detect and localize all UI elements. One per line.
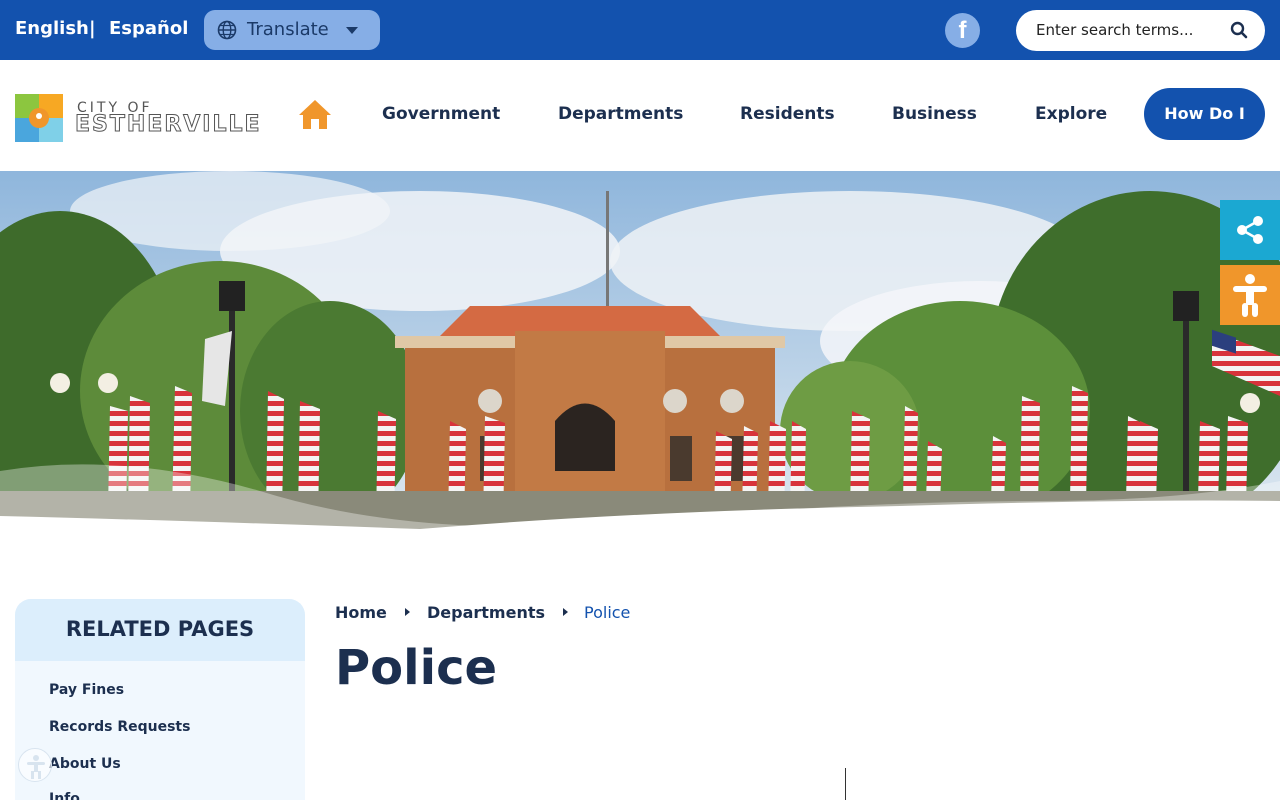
related-link-records-requests[interactable]: Records Requests (49, 719, 190, 735)
translate-dropdown[interactable]: Translate (204, 10, 380, 50)
related-pages-title: RELATED PAGES (65, 617, 255, 641)
language-separator: | (89, 18, 96, 39)
city-logo[interactable]: CITY OF ESTHERVILLE (15, 94, 265, 142)
breadcrumb-current: Police (584, 603, 631, 622)
hero-image (0, 171, 1280, 531)
related-pages-header: RELATED PAGES (15, 599, 305, 661)
how-do-i-button[interactable]: How Do I (1144, 88, 1265, 140)
nav-residents[interactable]: Residents (740, 104, 835, 124)
nav-business[interactable]: Business (892, 104, 977, 124)
breadcrumb-separator-icon (563, 608, 568, 616)
logo-mark (15, 94, 63, 142)
logo-city-name: ESTHERVILLE (75, 112, 262, 138)
search-icon[interactable] (1230, 21, 1248, 39)
breadcrumb-home[interactable]: Home (335, 603, 387, 622)
main-nav: CITY OF ESTHERVILLE Government Departmen… (0, 60, 1280, 171)
related-link-info[interactable]: Info (49, 791, 80, 800)
breadcrumb-separator-icon (405, 608, 410, 616)
search-box (1016, 10, 1265, 51)
utility-bar: English | Español Translate f (0, 0, 1280, 60)
content-divider (845, 768, 846, 800)
language-spanish-link[interactable]: Español (109, 18, 188, 39)
share-icon (1237, 216, 1263, 244)
accessibility-button[interactable] (1220, 265, 1280, 325)
nav-departments[interactable]: Departments (558, 104, 683, 124)
related-link-pay-fines[interactable]: Pay Fines (49, 682, 124, 698)
search-input[interactable] (1036, 20, 1226, 40)
globe-icon (217, 20, 237, 40)
nav-explore[interactable]: Explore (1035, 104, 1107, 124)
language-english-link[interactable]: English (15, 18, 89, 39)
share-button[interactable] (1220, 200, 1280, 260)
home-icon[interactable] (298, 99, 332, 131)
accessibility-icon (1233, 274, 1267, 317)
caret-down-icon (346, 27, 358, 34)
related-pages-panel: RELATED PAGES Pay Fines Records Requests… (15, 599, 305, 800)
facebook-icon[interactable]: f (945, 13, 980, 48)
accessibility-widget-icon[interactable] (18, 748, 52, 782)
nav-government[interactable]: Government (382, 104, 500, 124)
breadcrumb-departments[interactable]: Departments (427, 603, 545, 622)
translate-label: Translate (247, 19, 329, 40)
accessibility-person-icon (27, 755, 45, 779)
related-link-about-us[interactable]: About Us (49, 756, 121, 772)
page-title: Police (335, 640, 498, 696)
